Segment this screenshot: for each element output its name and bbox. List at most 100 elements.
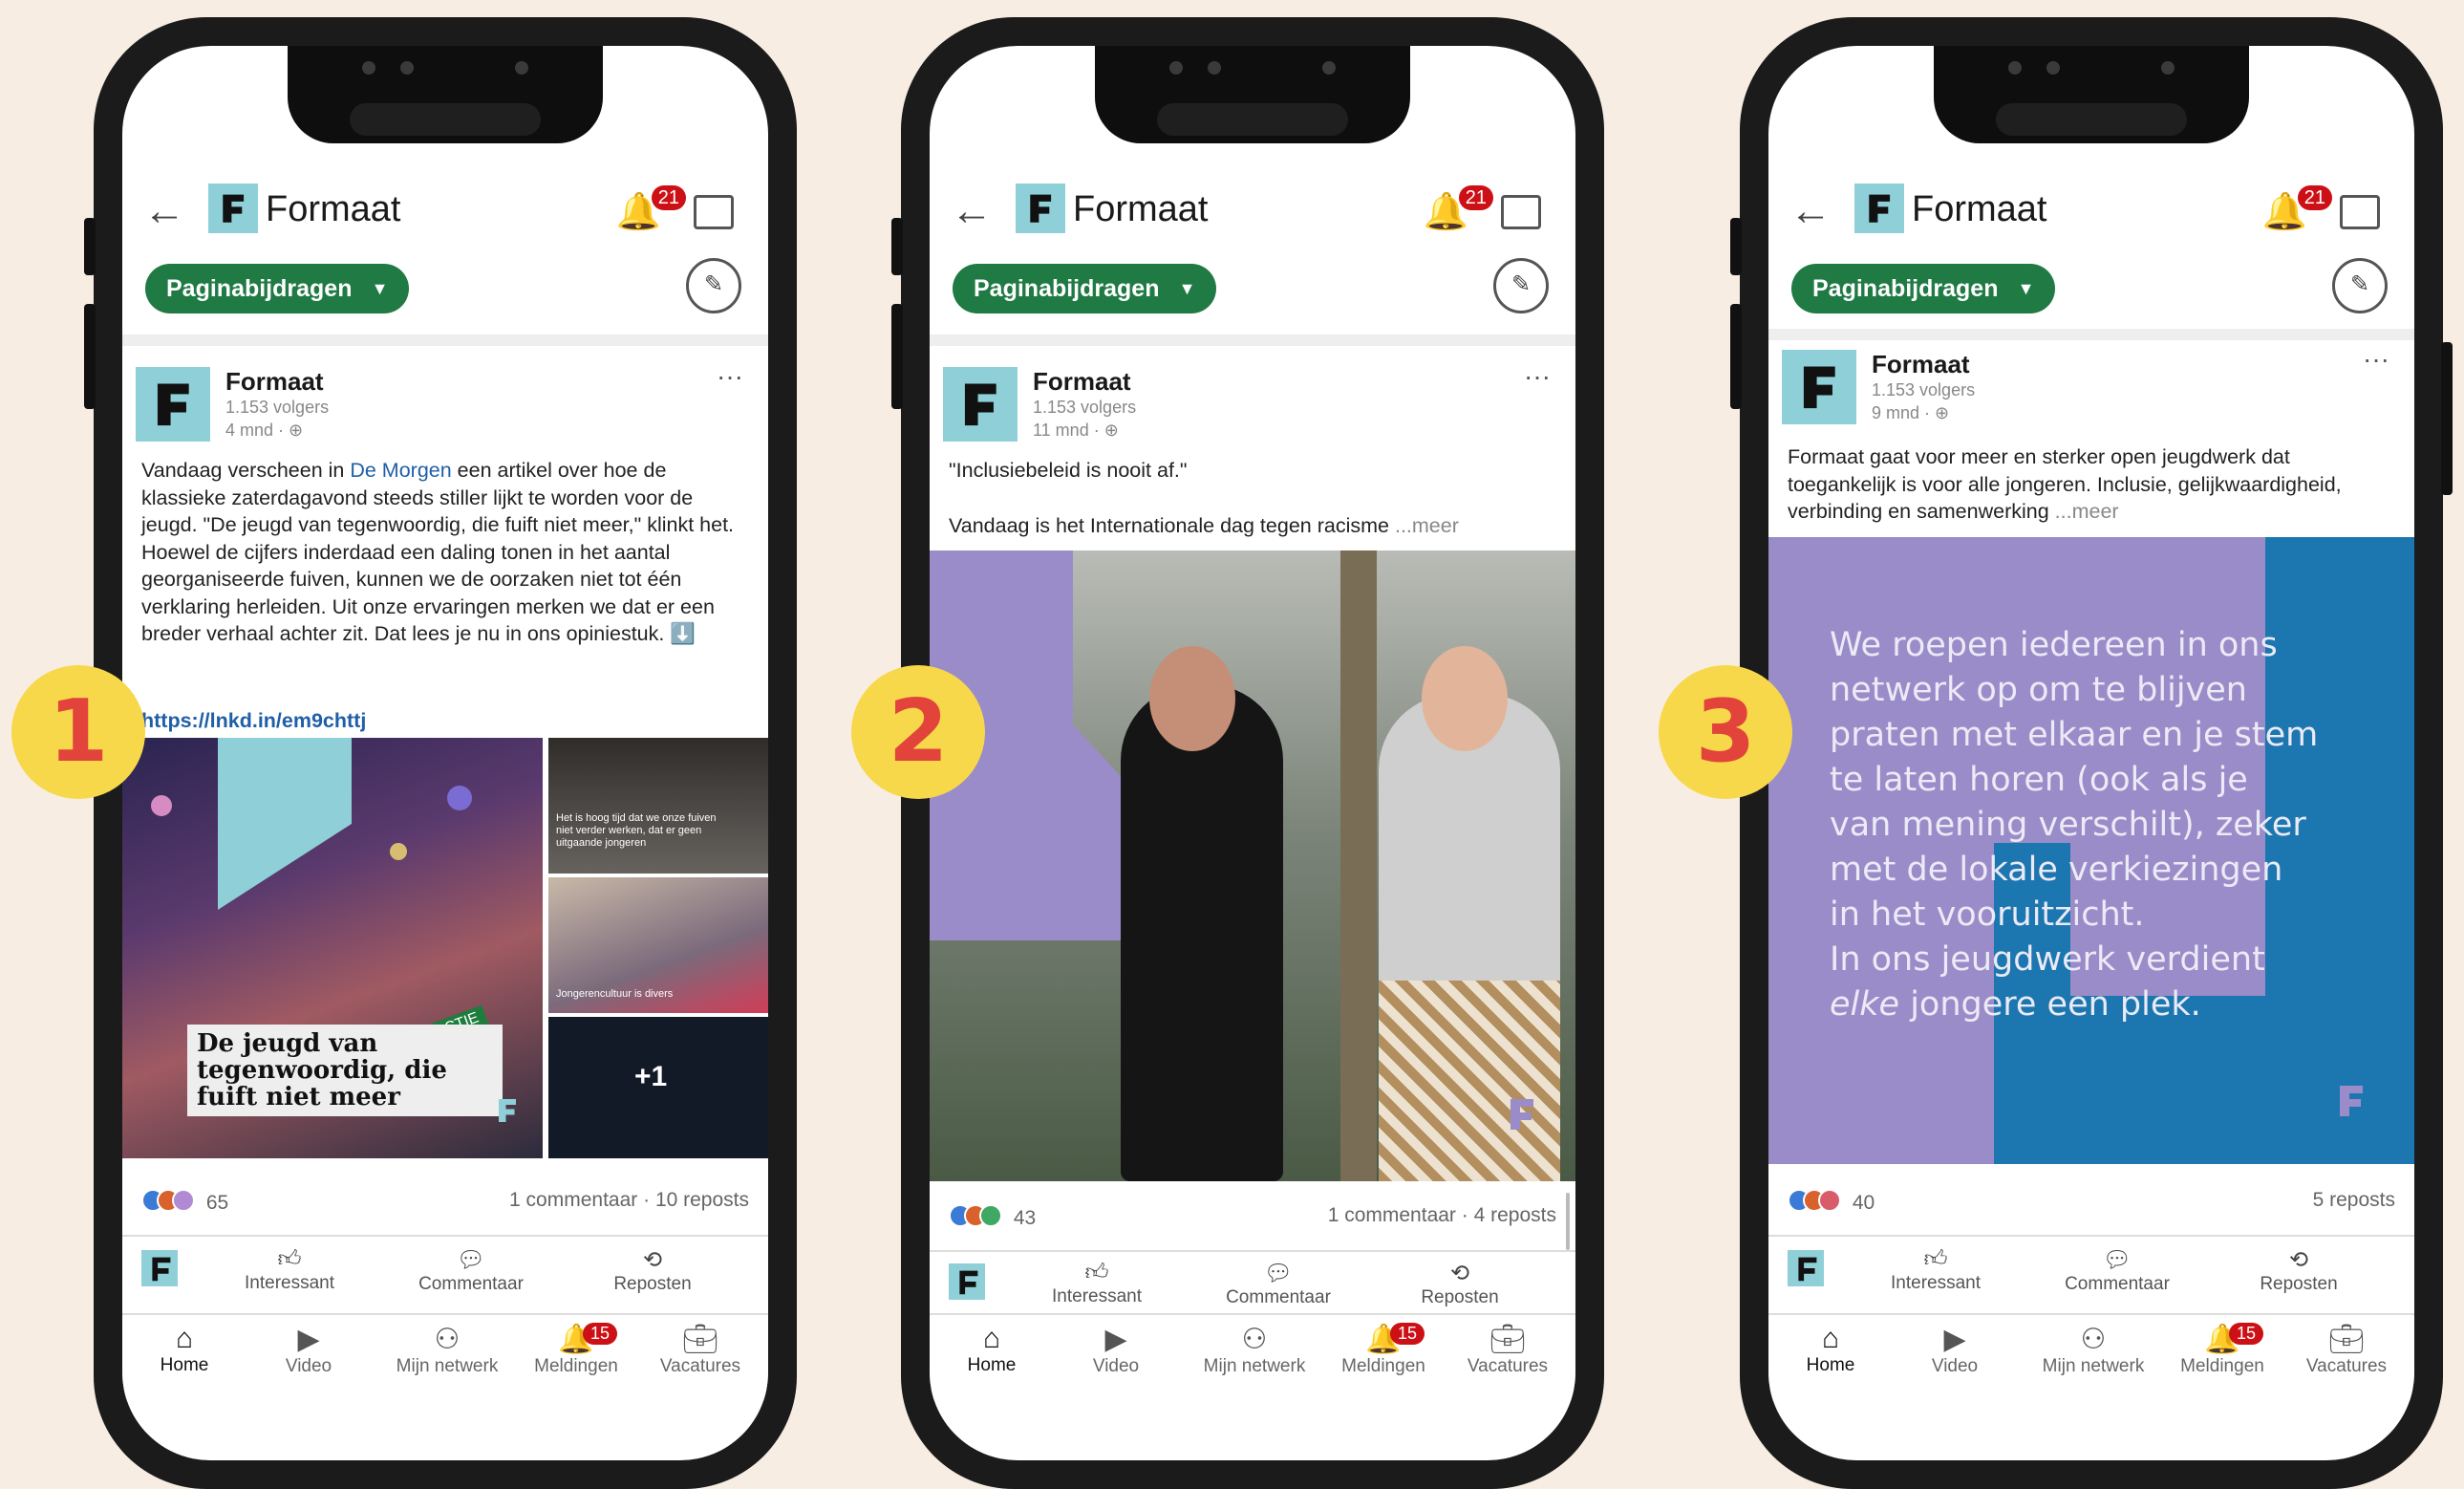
comments-reposts[interactable]: 1 commentaar · 10 reposts (509, 1189, 749, 1212)
scrollbar[interactable] (1566, 1193, 1570, 1250)
post-author-name[interactable]: Formaat (1872, 350, 1970, 379)
paginabijdragen-dropdown[interactable]: Paginabijdragen ▼ (1791, 264, 2056, 313)
reactions-bar: 65 1 commentaar · 10 reposts (141, 1189, 749, 1227)
comments-reposts[interactable]: 1 commentaar · 4 reposts (1328, 1204, 1556, 1227)
reaction-count[interactable]: 65 (206, 1192, 228, 1214)
repost-button[interactable]: ⟲ Reposten (1398, 1260, 1522, 1308)
post-quote: "Inclusiebeleid is nooit af." (949, 459, 1188, 482)
divider (930, 334, 1575, 346)
compose-button[interactable]: ✎ (1493, 258, 1549, 313)
paginabijdragen-dropdown[interactable]: Paginabijdragen ▼ (953, 264, 1217, 313)
actor-avatar[interactable] (1788, 1250, 1824, 1286)
tab-network[interactable]: ⚇ Mijn netwerk (1188, 1323, 1321, 1377)
compose-button[interactable]: ✎ (686, 258, 741, 313)
comment-button[interactable]: 💬︎ Commentaar (399, 1246, 543, 1295)
back-arrow-icon[interactable]: ← (1789, 187, 1832, 235)
comment-button[interactable]: 💬︎ Commentaar (2046, 1246, 2189, 1295)
post-image[interactable] (930, 550, 1575, 1181)
phone-1: ← Formaat 🔔 21 Paginabijdragen ▼ ✎ Forma… (84, 17, 797, 1489)
post-actions: 👍︎ Interessant 💬︎ Commentaar ⟲ Reposten (122, 1246, 768, 1313)
home-icon: ⌂ (1821, 1323, 1840, 1354)
bottom-tab-bar: ⌂ Home ▶ Video ⚇ Mijn netwerk 🔔 15 Meldingen … (1768, 1313, 2414, 1401)
tab-jobs[interactable]: 💼︎ Vacatures (2294, 1323, 2399, 1377)
like-button[interactable]: 👍︎ Interessant (1035, 1260, 1159, 1307)
post-time: 4 mnd · ⊕ (225, 421, 304, 440)
repost-icon: ⟲ (2288, 1247, 2309, 1273)
tab-network[interactable]: ⚇ Mijn netwerk (2026, 1323, 2160, 1377)
actor-avatar[interactable] (949, 1263, 985, 1300)
tab-jobs[interactable]: 💼︎ Vacatures (648, 1323, 753, 1377)
more-options-icon[interactable]: ··· (717, 361, 743, 392)
inbox-icon[interactable] (1501, 195, 1541, 229)
post-author-avatar[interactable] (136, 367, 210, 442)
globe-icon: ⊕ (1103, 421, 1119, 440)
divider (122, 334, 768, 346)
tab-jobs[interactable]: 💼︎ Vacatures (1455, 1323, 1560, 1377)
tab-home[interactable]: ⌂ Home (939, 1323, 1044, 1376)
more-options-icon[interactable]: ··· (2363, 344, 2389, 375)
repost-button[interactable]: ⟲ Reposten (590, 1246, 715, 1295)
inbox-icon[interactable] (694, 195, 734, 229)
notifications-badge: 15 (583, 1323, 618, 1345)
paginabijdragen-dropdown[interactable]: Paginabijdragen ▼ (145, 264, 410, 313)
formaat-logo-icon (1503, 1086, 1541, 1143)
more-photos[interactable]: +1 (548, 1017, 768, 1158)
image-headline: De jeugd van tegenwoordig, die fuift nie… (187, 1025, 503, 1116)
page-header: ← Formaat 🔔 21 (122, 170, 768, 256)
post-author-avatar[interactable] (943, 367, 1018, 442)
phone-2-screen: ← Formaat 🔔 21 Paginabijdragen ▼ ✎ Forma… (930, 46, 1575, 1460)
tab-video[interactable]: ▶ Video (1063, 1323, 1168, 1377)
reaction-count[interactable]: 43 (1014, 1207, 1036, 1229)
compose-button[interactable]: ✎ (2332, 258, 2388, 313)
home-icon: ⌂ (982, 1323, 1001, 1354)
reposts-count[interactable]: 5 reposts (2313, 1189, 2395, 1212)
notification-badge: 21 (1458, 185, 1493, 210)
comment-button[interactable]: 💬︎ Commentaar (1207, 1260, 1350, 1308)
like-button[interactable]: 👍︎ Interessant (227, 1246, 352, 1294)
like-button[interactable]: 👍︎ Interessant (1874, 1246, 1998, 1294)
more-link[interactable]: ...meer (1395, 514, 1459, 537)
back-arrow-icon[interactable]: ← (951, 187, 993, 235)
briefcase-icon: 💼︎ (2327, 1324, 2366, 1355)
post-image-collage[interactable]: ONZE REACTIE De jeugd van tegenwoordig, … (122, 738, 768, 1158)
inbox-icon[interactable] (2340, 195, 2380, 229)
reaction-count[interactable]: 40 (1853, 1192, 1875, 1214)
video-icon: ▶ (1104, 1324, 1127, 1355)
network-icon: ⚇ (2080, 1324, 2107, 1355)
step-marker-2: 2 (851, 665, 985, 799)
reaction-icons (141, 1189, 195, 1218)
post-text: Formaat gaat voor meer en sterker open j… (1788, 445, 2342, 523)
image-quote: We roepen iedereen in ons netwerk op om … (1830, 626, 2319, 1024)
tab-notifications[interactable]: 🔔 15 Meldingen (1331, 1323, 1436, 1377)
tab-notifications[interactable]: 🔔 15 Meldingen (2170, 1323, 2275, 1377)
actor-avatar[interactable] (141, 1250, 178, 1286)
tab-network[interactable]: ⚇ Mijn netwerk (380, 1323, 514, 1377)
globe-icon: ⊕ (1935, 403, 1950, 422)
post-url[interactable]: https://lnkd.in/em9chttj (141, 707, 745, 735)
tab-video[interactable]: ▶ Video (256, 1323, 361, 1377)
comment-icon: 💬︎ (2102, 1247, 2132, 1273)
bottom-tab-bar: ⌂ Home ▶ Video ⚇ Mijn netwerk 🔔 15 Meldingen … (930, 1313, 1575, 1401)
post-time: 11 mnd · ⊕ (1033, 421, 1119, 440)
page-title: Formaat (266, 189, 401, 229)
post-author-name[interactable]: Formaat (1033, 367, 1131, 397)
post-image[interactable]: We roepen iedereen in ons netwerk op om … (1768, 537, 2414, 1164)
post-author-name[interactable]: Formaat (225, 367, 324, 397)
post-text: Vandaag is het Internationale dag tegen … (949, 514, 1459, 537)
repost-button[interactable]: ⟲ Reposten (2237, 1246, 2361, 1295)
more-options-icon[interactable]: ··· (1524, 361, 1551, 392)
caret-down-icon: ▼ (1178, 279, 1196, 298)
divider (1768, 329, 2414, 340)
tab-home[interactable]: ⌂ Home (1778, 1323, 1883, 1376)
video-icon: ▶ (1943, 1324, 1966, 1355)
post-time: 9 mnd · ⊕ (1872, 403, 1950, 422)
back-arrow-icon[interactable]: ← (143, 187, 185, 235)
post-author-avatar[interactable] (1782, 350, 1856, 424)
tab-notifications[interactable]: 🔔 15 Meldingen (524, 1323, 629, 1377)
more-link[interactable]: ...meer (2055, 500, 2119, 523)
person-left (1121, 646, 1283, 1181)
tab-video[interactable]: ▶ Video (1902, 1323, 2007, 1377)
tab-home[interactable]: ⌂ Home (132, 1323, 237, 1376)
de-morgen-link[interactable]: De Morgen (350, 459, 451, 482)
post-actions: 👍︎ Interessant 💬︎ Commentaar ⟲ Reposten (1768, 1246, 2414, 1313)
